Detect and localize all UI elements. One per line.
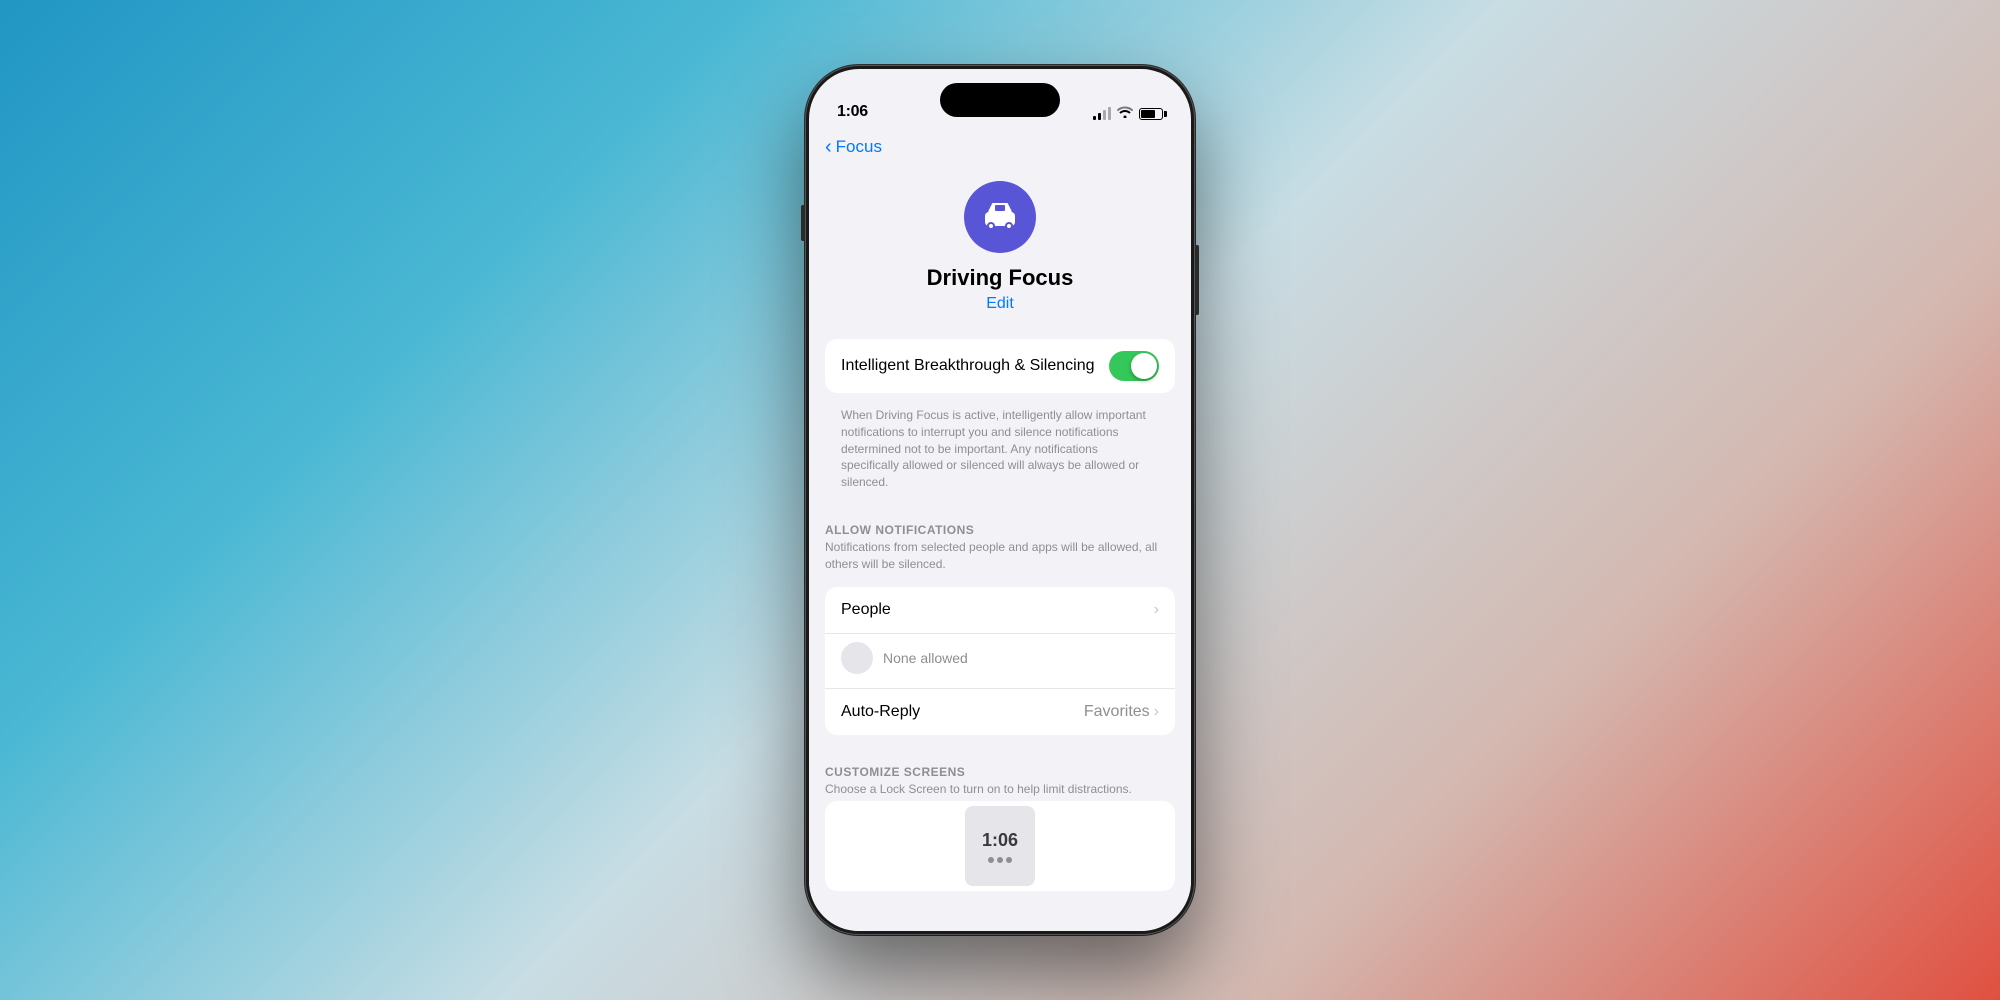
auto-reply-row[interactable]: Auto-Reply Favorites ›	[825, 688, 1175, 735]
screen-content[interactable]: ‹ Focus	[809, 129, 1191, 931]
auto-reply-label: Auto-Reply	[841, 703, 920, 721]
people-card: People › None allowed Auto-Reply Favorit…	[825, 587, 1175, 735]
phone-screen: 1:06	[809, 69, 1191, 931]
toggle-description: When Driving Focus is active, intelligen…	[825, 403, 1175, 503]
allow-notifications-header: ALLOW NOTIFICATIONS Notifications from s…	[809, 503, 1191, 577]
back-button[interactable]: ‹ Focus	[825, 137, 882, 157]
nav-bar: ‹ Focus	[809, 129, 1191, 161]
preview-dot-3	[1006, 857, 1012, 863]
focus-header: Driving Focus Edit	[809, 161, 1191, 329]
toggle-label: Intelligent Breakthrough & Silencing	[841, 357, 1095, 375]
auto-reply-value-container: Favorites ›	[1084, 703, 1159, 721]
intelligent-card: Intelligent Breakthrough & Silencing	[825, 339, 1175, 393]
customize-screens-subtitle: Choose a Lock Screen to turn on to help …	[825, 781, 1175, 798]
focus-icon-circle	[964, 181, 1036, 253]
lock-screen-preview-card: 1:06	[965, 806, 1035, 886]
signal-icon	[1093, 108, 1111, 120]
auto-reply-value-text: Favorites	[1084, 703, 1150, 721]
none-allowed-row: None allowed	[825, 634, 1175, 688]
phone-device: 1:06	[805, 65, 1195, 935]
preview-dots	[988, 857, 1012, 863]
auto-reply-chevron-icon: ›	[1154, 703, 1159, 721]
intelligent-toggle[interactable]	[1109, 351, 1159, 381]
status-time: 1:06	[837, 103, 868, 121]
people-row[interactable]: People ›	[825, 587, 1175, 634]
dynamic-island	[940, 83, 1060, 117]
preview-time: 1:06	[982, 830, 1018, 851]
allow-notifications-subtitle: Notifications from selected people and a…	[825, 539, 1175, 573]
people-chevron-icon: ›	[1154, 601, 1159, 619]
customize-screens-header: CUSTOMIZE SCREENS Choose a Lock Screen t…	[809, 745, 1191, 802]
people-label: People	[841, 601, 891, 619]
toggle-row: Intelligent Breakthrough & Silencing	[825, 339, 1175, 393]
customize-screens-title: CUSTOMIZE SCREENS	[825, 765, 1175, 779]
battery-icon	[1139, 108, 1163, 120]
status-icons	[1093, 106, 1163, 121]
edit-button[interactable]: Edit	[986, 295, 1014, 313]
focus-title: Driving Focus	[927, 265, 1074, 291]
preview-dot-2	[997, 857, 1003, 863]
lock-screen-preview[interactable]: 1:06	[825, 801, 1175, 891]
car-icon	[979, 196, 1021, 238]
toggle-knob	[1131, 353, 1157, 379]
back-chevron-icon: ‹	[825, 137, 832, 157]
back-label: Focus	[836, 137, 882, 157]
avatar-placeholder	[841, 642, 873, 674]
phone-outer-shell: 1:06	[805, 65, 1195, 935]
none-allowed-text: None allowed	[883, 650, 968, 666]
allow-notifications-title: ALLOW NOTIFICATIONS	[825, 523, 1175, 537]
preview-dot-1	[988, 857, 994, 863]
wifi-icon	[1117, 106, 1133, 121]
